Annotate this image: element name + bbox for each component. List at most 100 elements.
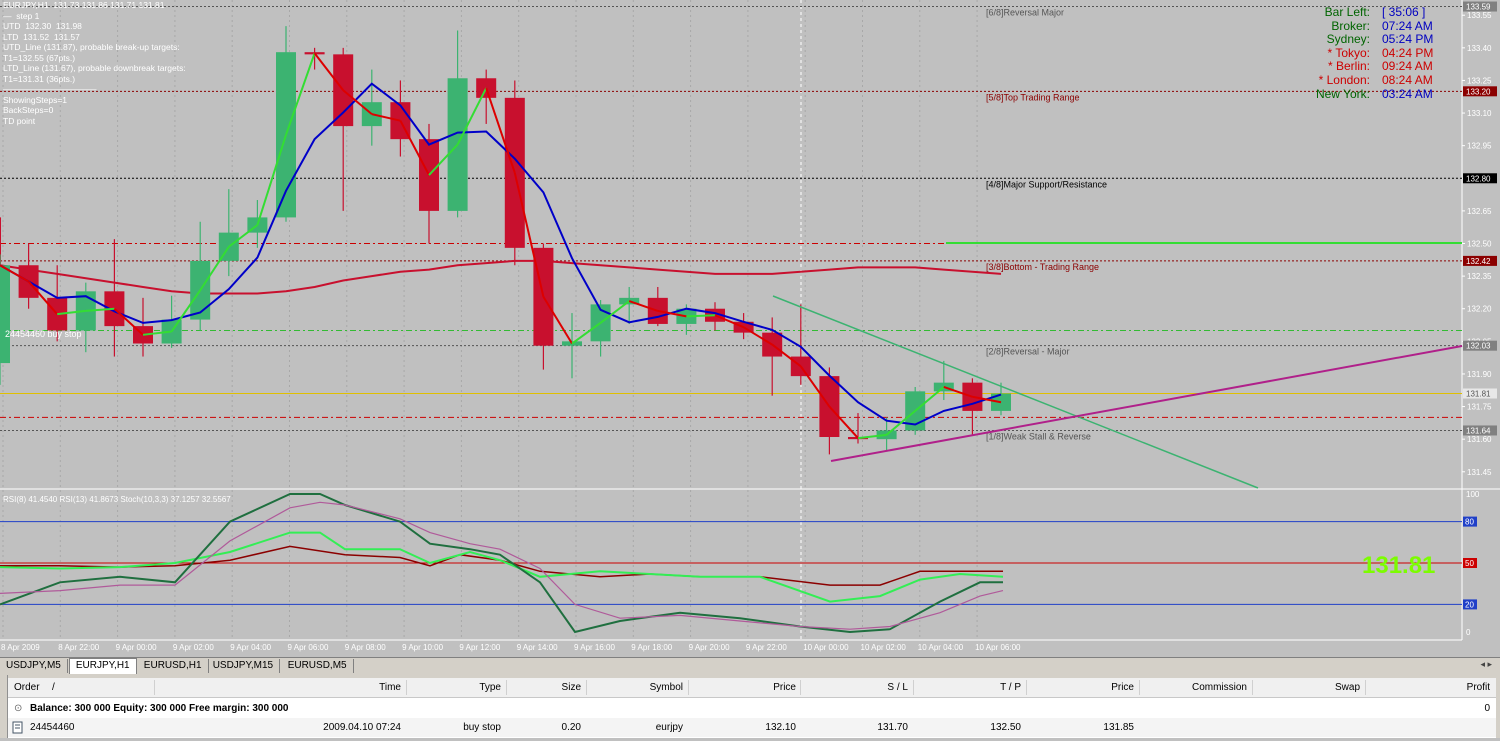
indicator-tick-label: 0 — [1466, 628, 1471, 637]
murrey-label-l68: [6/8]Reversal Major — [986, 8, 1064, 18]
price-tick-label: 132.65 — [1467, 207, 1492, 216]
clock-row: New York: 03:24 AM — [1290, 86, 1450, 102]
indicator-level-tag-label: 80 — [1465, 518, 1474, 527]
indicator-tick-label: 100 — [1466, 490, 1480, 499]
time-label: 9 Apr 16:00 — [574, 643, 615, 652]
price-tag-label: 131.64 — [1466, 426, 1491, 435]
price-axis: 133.55 133.40 133.25 133.10 132.95 132.80 132.… — [1462, 1, 1497, 477]
col-symbol[interactable]: Symbol — [588, 678, 683, 697]
chart-tab[interactable]: USDJPY,M5 — [0, 659, 68, 673]
clock-row: * London: 08:24 AM — [1290, 72, 1450, 88]
chart-tab[interactable]: EURUSD,M5 — [282, 659, 354, 673]
murrey-label-l18: [1/8]Weak Stall & Reverse — [986, 431, 1091, 441]
order-row[interactable]: 24454460 2009.04.10 07:24 buy stop 0.20 … — [8, 718, 1496, 737]
indicator-level-tag-label: 50 — [1465, 559, 1474, 568]
time-label: 8 Apr 2009 — [1, 643, 40, 652]
order-profit — [1367, 718, 1490, 737]
time-label: 9 Apr 22:00 — [746, 643, 787, 652]
clock-label: Broker: — [1331, 18, 1370, 33]
price-tag-label: 132.03 — [1466, 342, 1491, 351]
order-sl: 131.70 — [877, 722, 908, 733]
col-price[interactable]: Price — [690, 678, 796, 697]
clock-row: Bar Left: [ 35:06 ] — [1290, 5, 1450, 20]
balance-text: Balance: 300 000 Equity: 300 000 Free ma… — [30, 703, 289, 714]
order-label: 24454460 buy stop — [5, 329, 82, 339]
col-size[interactable]: Size — [508, 678, 581, 697]
time-label: 9 Apr 00:00 — [116, 643, 157, 652]
chart-area[interactable]: [6/8]Reversal Major [5/8]Top Trading Rang… — [0, 0, 1500, 657]
col-order[interactable]: Order — [14, 678, 40, 697]
clock-label: * Tokyo: — [1327, 45, 1370, 60]
order-tp: 132.50 — [990, 722, 1021, 733]
order-market-price: 131.85 — [1103, 722, 1134, 733]
info-line: UTD_Line (131.87), probable break-up tar… — [3, 42, 180, 52]
clock-row: * Tokyo: 04:24 PM — [1290, 45, 1450, 61]
trade-table-header: Order / Time Type Size Symbol Price S / … — [8, 678, 1496, 698]
time-label: 9 Apr 20:00 — [689, 643, 730, 652]
balance-profit: 0 — [1484, 703, 1490, 714]
balance-row[interactable]: ⊙ Balance: 300 000 Equity: 300 000 Free … — [8, 699, 1496, 718]
clock-value: 05:24 PM — [1382, 32, 1434, 47]
clock-value: 09:24 AM — [1382, 59, 1433, 74]
price-tick-label: 132.35 — [1467, 272, 1492, 281]
info-line: ——————————— — [3, 84, 97, 94]
terminal-side-strip — [0, 675, 8, 738]
order-time: 2009.04.10 07:24 — [323, 722, 401, 733]
col-time[interactable]: Time — [308, 678, 401, 697]
balance-icon: ⊙ — [14, 703, 23, 714]
order-type: buy stop — [463, 722, 501, 733]
price-tick-label: 131.45 — [1467, 468, 1492, 477]
murrey-label-l58: [5/8]Top Trading Range — [986, 92, 1080, 102]
info-line: UTD 132.30 131.98 — [3, 21, 82, 31]
trade-table: Order / Time Type Size Symbol Price S / … — [8, 678, 1496, 738]
chart-tab-bar: USDJPY,M5 EURJPY,H1 EURUSD,H1 USDJPY,M15 EUR… — [0, 657, 1500, 675]
col-profit[interactable]: Profit — [1367, 678, 1490, 697]
tab-scroll-arrows[interactable]: ◂ ▸ — [1480, 659, 1492, 670]
time-label: 9 Apr 08:00 — [345, 643, 386, 652]
clock-label: Sydney: — [1326, 32, 1370, 47]
info-line: LTD_Line (131.67), probable downbreak ta… — [3, 63, 186, 73]
info-line: BackSteps=0 — [3, 105, 54, 115]
col-commission[interactable]: Commission — [1141, 678, 1247, 697]
order-doc-icon — [12, 718, 24, 737]
time-label: 9 Apr 12:00 — [459, 643, 500, 652]
order-symbol: eurjpy — [655, 722, 683, 733]
clock-label: * London: — [1318, 72, 1370, 87]
order-commission — [1141, 718, 1247, 737]
col-sl[interactable]: S / L — [802, 678, 908, 697]
price-tick-label: 133.10 — [1467, 109, 1492, 118]
clock-value: 08:24 AM — [1382, 72, 1433, 87]
time-label: 10 Apr 06:00 — [975, 643, 1021, 652]
clock-value: 07:24 AM — [1382, 18, 1433, 33]
col-market-price[interactable]: Price — [1028, 678, 1134, 697]
price-chart[interactable]: [6/8]Reversal Major [5/8]Top Trading Rang… — [0, 0, 1500, 657]
col-type[interactable]: Type — [408, 678, 501, 697]
chart-tab[interactable]: USDJPY,M15 — [207, 659, 281, 673]
price-tick-label: 131.60 — [1467, 435, 1492, 444]
info-line: TD point — [3, 115, 36, 126]
price-tag-label: 133.59 — [1466, 3, 1491, 12]
price-tick-label: 131.90 — [1467, 370, 1492, 379]
price-tick-label: 131.75 — [1467, 403, 1492, 412]
price-tick-label: 132.50 — [1467, 240, 1492, 249]
col-swap[interactable]: Swap — [1254, 678, 1360, 697]
order-swap — [1254, 718, 1360, 737]
price-tag-label: 132.80 — [1466, 174, 1491, 183]
time-label: 9 Apr 14:00 — [517, 643, 558, 652]
chart-tab[interactable]: EURJPY,H1 — [68, 658, 137, 674]
order-id: 24454460 — [30, 722, 75, 733]
col-tp[interactable]: T / P — [915, 678, 1021, 697]
info-line: — step 1 — [3, 10, 40, 21]
zigzag-segment — [686, 314, 716, 318]
time-label: 8 Apr 22:00 — [58, 643, 99, 652]
col-sort[interactable]: / — [52, 678, 55, 697]
info-line: T1=131.31 (36pts.) — [3, 73, 76, 84]
info-line: EURJPY,H1 131.73 131.86 131.71 131.81 — [3, 0, 165, 10]
chart-tab[interactable]: EURUSD,H1 — [138, 659, 209, 673]
info-line: LTD 131.52 131.57 — [3, 31, 80, 42]
price-tag-label: 133.20 — [1466, 87, 1491, 96]
big-price-label: 131.81 — [1362, 552, 1435, 579]
info-line: ShowingSteps=1 — [3, 94, 68, 105]
clock-label: New York: — [1315, 86, 1370, 101]
price-tick-label: 133.25 — [1467, 76, 1492, 85]
